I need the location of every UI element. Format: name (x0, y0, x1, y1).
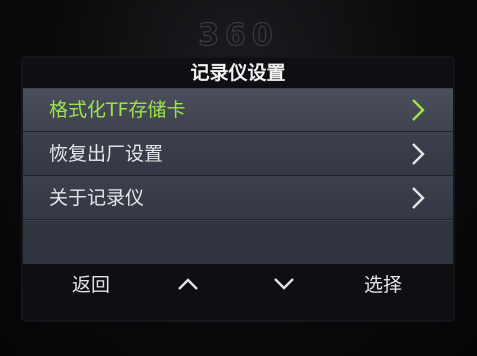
empty-menu-row (23, 220, 453, 265)
brand-logo: 360 (198, 17, 279, 53)
chevron-up-icon (178, 278, 198, 290)
page-title: 记录仪设置 (23, 58, 453, 88)
chevron-right-icon (412, 187, 425, 209)
chevron-right-icon (412, 143, 425, 165)
menu-item-format-tf-card[interactable]: 格式化TF存储卡 (23, 88, 453, 132)
down-button[interactable] (259, 264, 309, 320)
chevron-down-icon (274, 278, 294, 290)
up-button[interactable] (163, 264, 213, 320)
menu-item-label: 关于记录仪 (49, 187, 145, 209)
softkey-bar: 返回 选择 (23, 264, 453, 320)
chevron-right-icon (412, 99, 425, 121)
back-button[interactable]: 返回 (51, 264, 131, 320)
dashcam-screen: 记录仪设置 格式化TF存储卡 恢复出厂设置 关于记录仪 返回 选择 (23, 58, 453, 320)
select-button[interactable]: 选择 (343, 264, 423, 320)
menu-item-label: 恢复出厂设置 (49, 143, 164, 165)
menu-item-label: 格式化TF存储卡 (49, 99, 186, 121)
menu-item-factory-reset[interactable]: 恢复出厂设置 (23, 132, 453, 176)
dashcam-device: 360 记录仪设置 格式化TF存储卡 恢复出厂设置 关于记录仪 返回 选择 (0, 0, 477, 356)
menu-item-about-recorder[interactable]: 关于记录仪 (23, 176, 453, 220)
